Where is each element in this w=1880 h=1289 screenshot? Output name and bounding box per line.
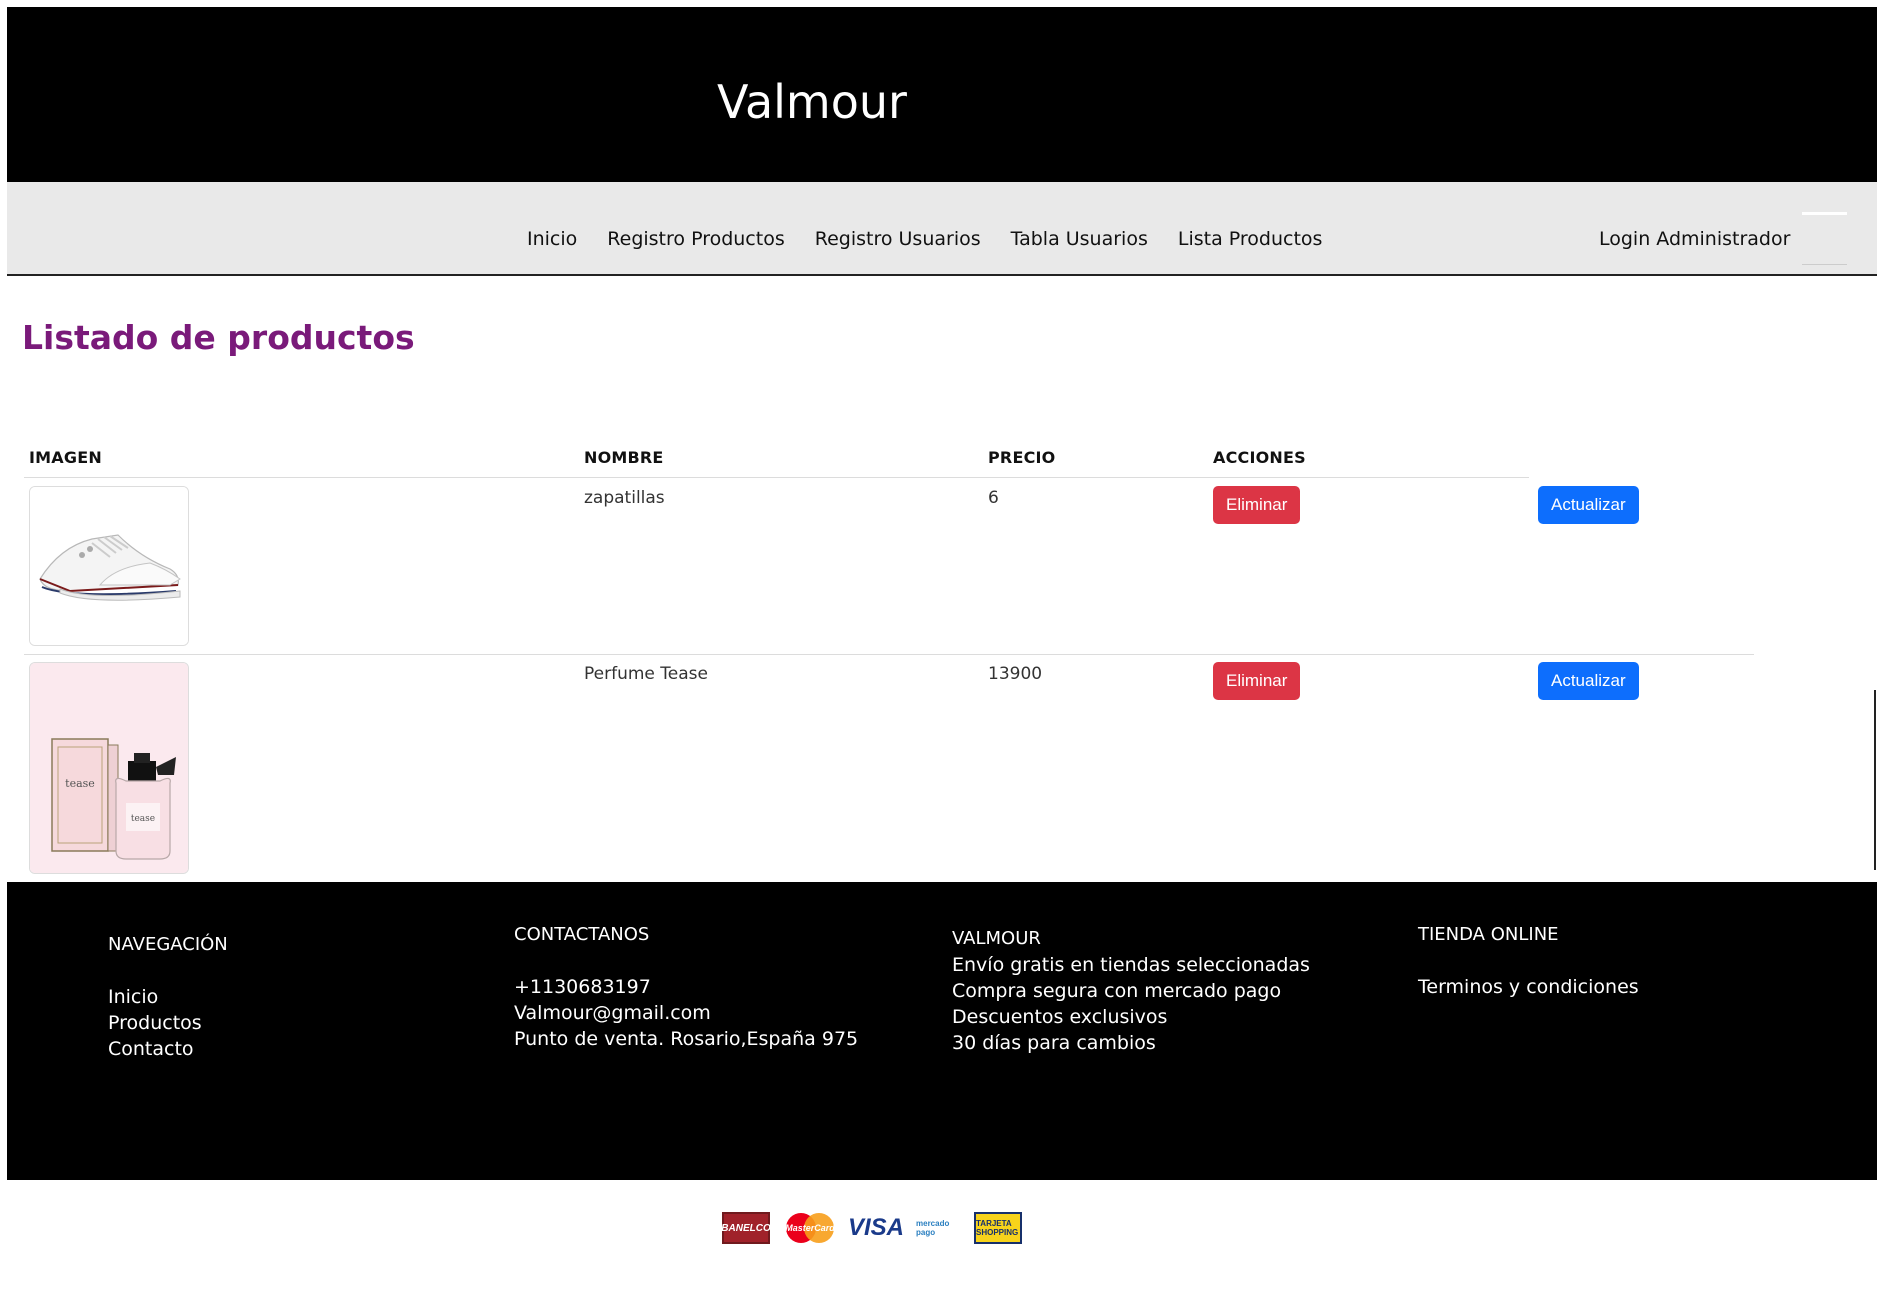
footer-link-inicio[interactable]: Inicio — [108, 984, 228, 1010]
footer-link-contacto[interactable]: Contacto — [108, 1036, 228, 1062]
navbar: Inicio Registro Productos Registro Usuar… — [7, 182, 1877, 276]
footer-brand-title: VALMOUR — [952, 928, 1041, 949]
footer-brand-line: Descuentos exclusivos — [952, 1006, 1168, 1028]
column-header-imagen: IMAGEN — [29, 448, 102, 467]
banelco-logo: BANELCO — [721, 1212, 771, 1244]
footer-email: Valmour@gmail.com — [514, 1002, 711, 1024]
mercadopago-logo: mercado pago — [916, 1219, 950, 1237]
payment-methods: BANELCO MasterCard VISA mercado pago TAR… — [721, 1212, 1022, 1244]
footer-shop-column: TIENDA ONLINE Terminos y condiciones — [1418, 922, 1639, 1000]
nav-divider — [1802, 264, 1847, 265]
product-name: Perfume Tease — [584, 664, 708, 684]
product-name: zapatillas — [584, 488, 665, 508]
footer-brand-column: VALMOUR Envío gratis en tiendas seleccio… — [952, 926, 1310, 1056]
footer-link-terminos[interactable]: Terminos y condiciones — [1418, 974, 1639, 1000]
site-title: Valmour — [717, 75, 907, 129]
perfume-image: tease tease — [29, 662, 189, 874]
page-border — [1874, 690, 1876, 870]
svg-text:tease: tease — [131, 814, 155, 824]
site-footer: NAVEGACIÓN Inicio Productos Contacto CON… — [7, 882, 1877, 1180]
tarjeta-shopping-logo: TARJETA SHOPPING — [974, 1212, 1022, 1244]
column-header-precio: PRECIO — [988, 448, 1056, 467]
footer-address: Punto de venta. Rosario,España 975 — [514, 1028, 859, 1050]
column-header-acciones: ACCIONES — [1213, 448, 1306, 467]
site-header: Valmour — [7, 7, 1877, 182]
footer-nav-title: NAVEGACIÓN — [108, 934, 228, 955]
svg-text:tease: tease — [65, 777, 95, 790]
product-price: 13900 — [988, 664, 1043, 684]
nav-links: Inicio Registro Productos Registro Usuar… — [527, 228, 1322, 250]
nav-divider — [1802, 212, 1847, 215]
footer-brand-line: 30 días para cambios — [952, 1032, 1156, 1054]
nav-link-login-admin[interactable]: Login Administrador — [1599, 228, 1790, 250]
delete-button[interactable]: Eliminar — [1213, 486, 1301, 524]
mastercard-logo: MasterCard — [784, 1212, 836, 1244]
visa-logo: VISA — [848, 1214, 905, 1241]
footer-phone: +1130683197 — [514, 976, 651, 998]
footer-link-productos[interactable]: Productos — [108, 1010, 228, 1036]
footer-shop-title: TIENDA ONLINE — [1418, 924, 1559, 945]
nav-link-inicio[interactable]: Inicio — [527, 228, 577, 250]
delete-button[interactable]: Eliminar — [1213, 662, 1301, 700]
sneaker-image — [29, 486, 189, 646]
nav-link-lista-productos[interactable]: Lista Productos — [1178, 228, 1323, 250]
nav-link-tabla-usuarios[interactable]: Tabla Usuarios — [1011, 228, 1148, 250]
product-price: 6 — [988, 488, 999, 508]
update-button[interactable]: Actualizar — [1538, 662, 1639, 700]
table-row: tease tease Perfume Tease 13900 Eliminar… — [24, 654, 1754, 874]
footer-contact-title: CONTACTANOS — [514, 924, 650, 945]
footer-contact-column: CONTACTANOS +1130683197 Valmour@gmail.co… — [514, 922, 858, 1052]
footer-nav-column: NAVEGACIÓN Inicio Productos Contacto — [108, 932, 228, 1062]
footer-brand-line: Envío gratis en tiendas seleccionadas — [952, 954, 1310, 976]
footer-brand-line: Compra segura con mercado pago — [952, 980, 1282, 1002]
page-title: Listado de productos — [22, 318, 415, 357]
update-button[interactable]: Actualizar — [1538, 486, 1639, 524]
table-row: zapatillas 6 Eliminar Actualizar — [24, 478, 1754, 655]
nav-link-registro-usuarios[interactable]: Registro Usuarios — [815, 228, 981, 250]
nav-link-registro-productos[interactable]: Registro Productos — [607, 228, 784, 250]
column-header-nombre: NOMBRE — [584, 448, 664, 467]
